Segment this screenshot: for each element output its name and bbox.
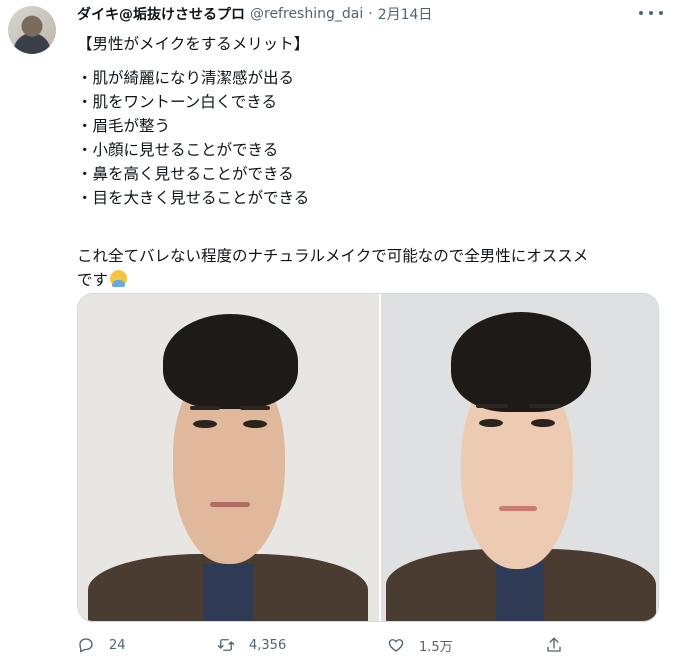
tweet-header: ダイキ@垢抜けさせるプロ @refreshing_dai · 2月14日	[77, 3, 637, 25]
tweet-line-heading: 【男性がメイクをするメリット】	[77, 35, 310, 53]
share-icon	[547, 637, 561, 652]
after-makeup-photo[interactable]	[381, 294, 658, 621]
tweet-closing-line-2: です	[77, 271, 109, 289]
reply-icon	[79, 638, 93, 653]
like-button[interactable]: 1.5万	[387, 633, 453, 657]
share-button[interactable]	[545, 633, 563, 657]
tweet-line: ・鼻を高く見せることができる	[77, 165, 294, 183]
tweet-line: ・目を大きく見せることができる	[77, 189, 310, 207]
heart-icon	[388, 639, 404, 652]
more-icon[interactable]	[639, 4, 663, 22]
reply-button[interactable]: 24	[77, 633, 126, 657]
tweet-actions: 24 4,356 1.5万	[77, 633, 597, 657]
retweet-button[interactable]: 4,356	[217, 633, 286, 657]
tweet-line: ・眉毛が整う	[77, 117, 171, 135]
tweet-closing-line-1: これ全てバレない程度のナチュラルメイクで可能なので全男性にオススメ	[77, 247, 589, 265]
display-name[interactable]: ダイキ@垢抜けさせるプロ	[77, 4, 245, 24]
tweet-line: ・小顔に見せることができる	[77, 141, 279, 159]
tweet-text: 【男性がメイクをするメリット】 ・肌が綺麗になり清潔感が出る ・肌をワントーン白…	[77, 32, 667, 292]
retweet-icon	[217, 639, 235, 651]
tweet-date[interactable]: 2月14日	[378, 4, 433, 24]
tweet-line: ・肌をワントーン白くできる	[77, 93, 277, 111]
user-handle[interactable]: @refreshing_dai	[250, 6, 363, 22]
tweet-line: ・肌が綺麗になり清潔感が出る	[77, 69, 295, 87]
person-gesturing-ok-emoji-icon	[110, 270, 128, 287]
like-count: 1.5万	[419, 639, 453, 655]
tweet-media[interactable]	[77, 293, 659, 622]
reply-count: 24	[109, 637, 126, 653]
retweet-count: 4,356	[249, 637, 287, 653]
avatar[interactable]	[8, 6, 56, 54]
separator-dot: ·	[368, 6, 373, 22]
before-makeup-photo[interactable]	[78, 294, 379, 621]
